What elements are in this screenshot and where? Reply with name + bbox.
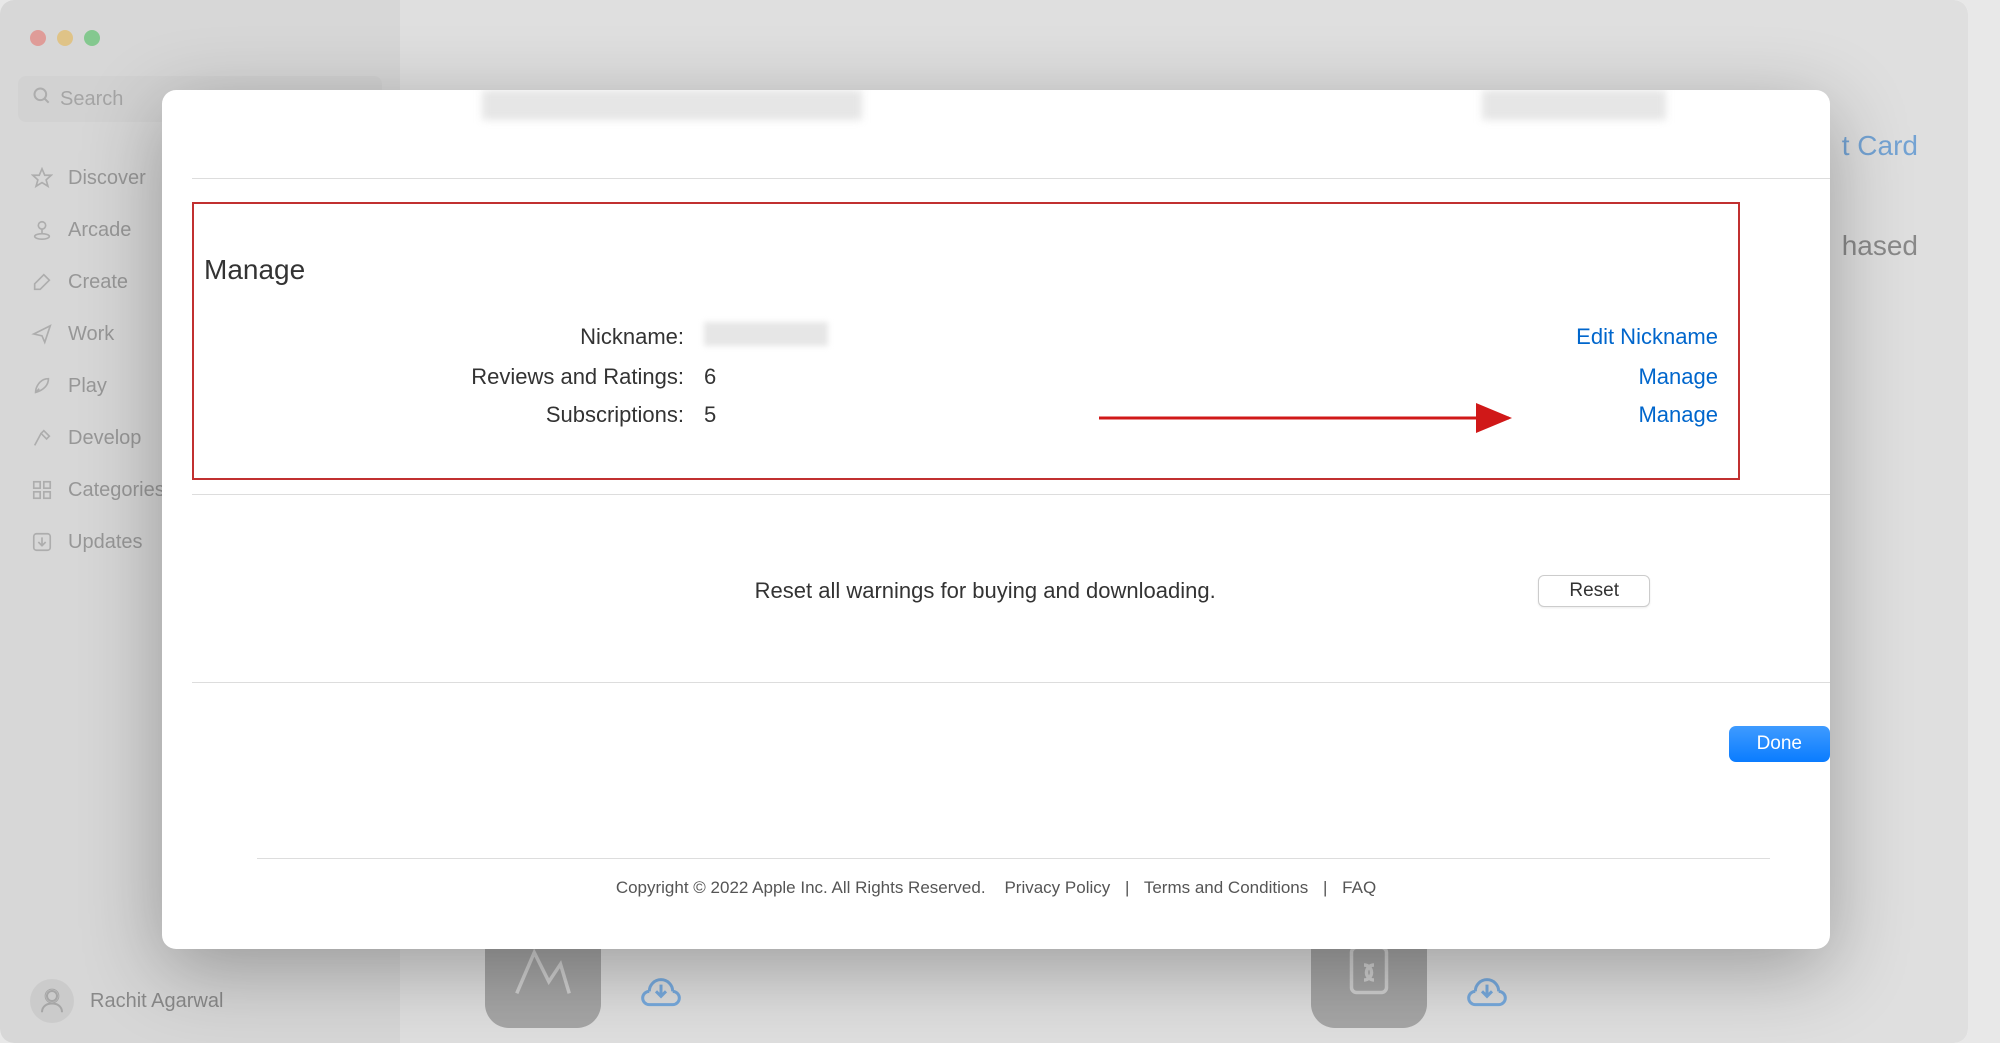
reviews-row: Reviews and Ratings: 6 Manage: [194, 358, 1718, 396]
account-settings-modal: Manage Nickname: Edit Nickname Reviews a…: [162, 90, 1830, 949]
divider: [192, 178, 1830, 179]
divider: [257, 858, 1770, 859]
manage-title: Manage: [204, 254, 305, 286]
redacted-block: [704, 322, 828, 346]
redacted-block: [482, 90, 862, 120]
subscriptions-label: Subscriptions:: [194, 402, 704, 428]
modal-footer: Copyright © 2022 Apple Inc. All Rights R…: [162, 878, 1830, 898]
manage-section-highlight: Manage Nickname: Edit Nickname Reviews a…: [192, 202, 1740, 480]
manage-subscriptions-link[interactable]: Manage: [1638, 402, 1718, 428]
edit-nickname-link[interactable]: Edit Nickname: [1576, 324, 1718, 350]
reviews-label: Reviews and Ratings:: [194, 364, 704, 390]
reset-button[interactable]: Reset: [1538, 575, 1650, 607]
reset-section: Reset all warnings for buying and downlo…: [192, 575, 1800, 607]
reset-warnings-text: Reset all warnings for buying and downlo…: [192, 578, 1538, 604]
nickname-label: Nickname:: [194, 324, 704, 350]
manage-reviews-link[interactable]: Manage: [1638, 364, 1718, 390]
privacy-policy-link[interactable]: Privacy Policy: [1004, 878, 1110, 897]
nickname-row: Nickname: Edit Nickname: [194, 316, 1718, 358]
divider: [192, 682, 1830, 683]
subscriptions-row: Subscriptions: 5 Manage: [194, 396, 1718, 434]
copyright-text: Copyright © 2022 Apple Inc. All Rights R…: [616, 878, 986, 897]
nickname-value: [704, 322, 1576, 352]
reviews-value: 6: [704, 364, 1638, 390]
terms-link[interactable]: Terms and Conditions: [1144, 878, 1308, 897]
faq-link[interactable]: FAQ: [1342, 878, 1376, 897]
redacted-block: [1482, 90, 1666, 120]
subscriptions-value: 5: [704, 402, 1638, 428]
divider: [192, 494, 1830, 495]
done-button[interactable]: Done: [1729, 726, 1830, 762]
